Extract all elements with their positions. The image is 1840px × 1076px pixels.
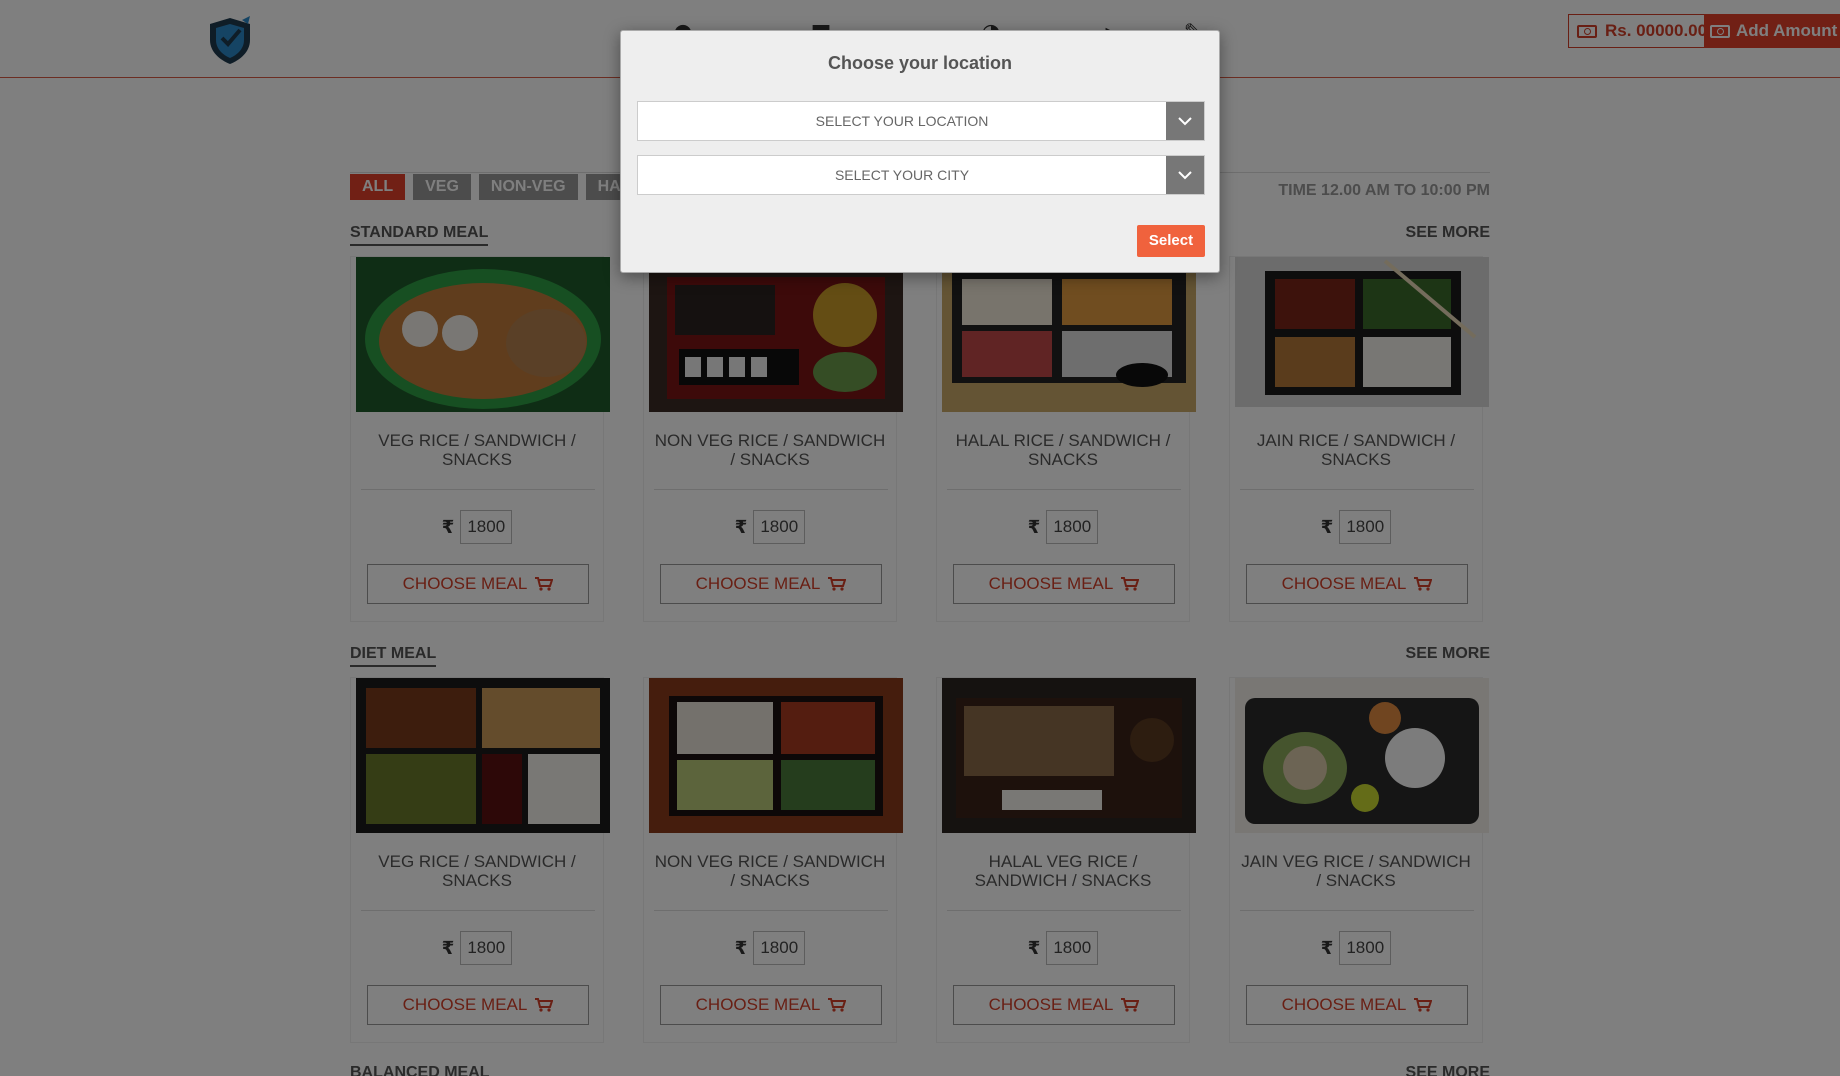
chevron-down-icon[interactable] (1166, 156, 1204, 194)
select-button[interactable]: Select (1137, 225, 1205, 257)
city-select-label: SELECT YOUR CITY (834, 167, 970, 183)
location-modal: Choose your location SELECT YOUR LOCATIO… (620, 30, 1220, 273)
chevron-down-icon[interactable] (1166, 102, 1204, 140)
city-select[interactable]: SELECT YOUR CITY (637, 155, 1205, 195)
location-select[interactable]: SELECT YOUR LOCATION (637, 101, 1205, 141)
location-select-label: SELECT YOUR LOCATION (815, 113, 989, 129)
modal-title: Choose your location (827, 53, 1013, 73)
